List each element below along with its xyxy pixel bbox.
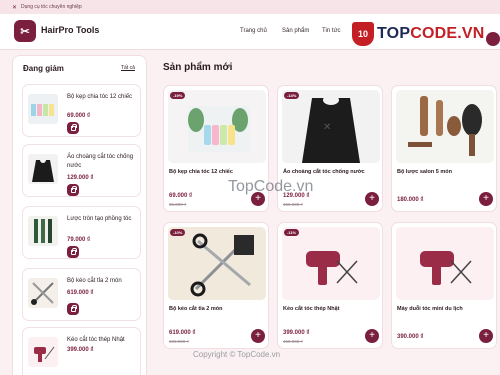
product-old-price: 150.000 ₫ bbox=[283, 202, 303, 207]
watermark-text: TopCode.vn bbox=[228, 178, 314, 195]
product-thumbnail bbox=[28, 216, 58, 246]
product-old-price: 85.000 ₫ bbox=[169, 202, 187, 207]
plus-icon[interactable]: + bbox=[251, 329, 265, 343]
scissors-icon[interactable]: ✂ bbox=[14, 20, 36, 42]
product-image bbox=[396, 90, 494, 163]
product-card[interactable]: Máy duỗi tóc mini du lịch 390.000 ₫ + bbox=[391, 222, 497, 349]
product-thumbnail bbox=[28, 278, 58, 308]
sidebar-item-name: Bộ kéo cắt tỉa 2 món bbox=[67, 278, 122, 284]
product-name[interactable]: Máy duỗi tóc mini du lịch bbox=[397, 306, 493, 313]
close-icon[interactable]: ✕ bbox=[12, 4, 17, 11]
watermark-shield-icon: 10 bbox=[352, 22, 374, 46]
product-name[interactable]: Bộ lược salon 5 món bbox=[397, 169, 493, 176]
watermark-logo: 10 TOPCODE.VN bbox=[352, 22, 485, 46]
product-card[interactable]: -11% Kéo cắt tóc thép Nhật 399.000 ₫ 450… bbox=[277, 222, 383, 349]
nav-link-home[interactable]: Trang chủ bbox=[240, 28, 267, 34]
sidebar-item-name: Lược tròn tạo phồng tóc bbox=[67, 216, 132, 222]
nav-link-news[interactable]: Tin tức bbox=[322, 28, 340, 34]
plus-icon[interactable]: + bbox=[479, 329, 493, 343]
product-image: ✕ bbox=[282, 90, 380, 163]
sidebar-item-price: 399.000 ₫ bbox=[67, 347, 94, 353]
cart-icon[interactable] bbox=[67, 122, 79, 134]
sidebar-item[interactable]: Bộ kẹp chia tóc 12 chiếc 69.000 ₫ bbox=[22, 84, 141, 137]
sidebar-item[interactable]: Bộ kéo cắt tỉa 2 món 619.000 ₫ bbox=[22, 268, 141, 321]
discount-badge: -14% bbox=[284, 92, 300, 99]
section-title: Sản phẩm mới bbox=[163, 62, 233, 73]
announcement-text: Dụng cụ tóc chuyên nghiệp bbox=[21, 4, 82, 10]
svg-text:✕: ✕ bbox=[323, 122, 331, 133]
discount-badge: -10% bbox=[170, 229, 186, 236]
plus-icon[interactable]: + bbox=[479, 192, 493, 206]
sidebar-item-name: Kéo cắt tóc thép Nhật bbox=[67, 337, 125, 343]
announcement-bar: ✕ Dụng cụ tóc chuyên nghiệp bbox=[0, 0, 500, 14]
sidebar-item[interactable]: Kéo cắt tóc thép Nhật 399.000 ₫ bbox=[22, 327, 141, 375]
product-name[interactable]: Kéo cắt tóc thép Nhật bbox=[283, 306, 379, 313]
plus-icon[interactable]: + bbox=[365, 192, 379, 206]
cart-icon[interactable] bbox=[67, 303, 79, 315]
product-price: 390.000 ₫ bbox=[397, 334, 424, 340]
product-price: 180.000 ₫ bbox=[397, 197, 424, 203]
product-price: 619.000 ₫ bbox=[169, 330, 196, 336]
sidebar-item[interactable]: Áo choàng cắt tóc chống nước 129.000 ₫ bbox=[22, 144, 141, 197]
discount-badge: -11% bbox=[284, 229, 300, 236]
product-thumbnail bbox=[28, 94, 58, 124]
sidebar-item-name: Bộ kẹp chia tóc 12 chiếc bbox=[67, 94, 133, 100]
product-old-price: 450.000 ₫ bbox=[283, 339, 303, 344]
cart-icon[interactable] bbox=[67, 184, 79, 196]
product-name[interactable]: Bộ kéo cắt tỉa 2 món bbox=[169, 306, 265, 313]
product-card[interactable]: Bộ lược salon 5 món 180.000 ₫ + bbox=[391, 85, 497, 212]
sale-sidebar: Đang giảm Tất cả Bộ kẹp chia tóc 12 chiế… bbox=[12, 55, 147, 375]
product-image bbox=[168, 90, 266, 163]
sidebar-item-price: 79.000 ₫ bbox=[67, 237, 91, 243]
product-image bbox=[396, 227, 494, 300]
plus-icon[interactable]: + bbox=[365, 329, 379, 343]
product-image bbox=[282, 227, 380, 300]
sidebar-item-price: 129.000 ₫ bbox=[67, 175, 94, 181]
product-old-price: 690.000 ₫ bbox=[169, 339, 189, 344]
sidebar-item[interactable]: Lược tròn tạo phồng tóc 79.000 ₫ bbox=[22, 206, 141, 259]
view-all-link[interactable]: Tất cả bbox=[121, 65, 135, 71]
sidebar-title: Đang giảm bbox=[23, 64, 64, 73]
brand-name[interactable]: HairPro Tools bbox=[41, 25, 99, 35]
watermark-logo-text: TOPCODE.VN bbox=[377, 25, 485, 42]
product-thumbnail bbox=[28, 337, 58, 367]
product-name[interactable]: Áo choàng cắt tóc chống nước bbox=[283, 169, 379, 176]
product-price: 399.000 ₫ bbox=[283, 330, 310, 336]
sidebar-item-name: Áo choàng cắt tóc chống nước bbox=[67, 154, 134, 169]
watermark-footer-text: Copyright © TopCode.vn bbox=[193, 350, 281, 359]
cart-icon[interactable] bbox=[67, 246, 79, 258]
product-card[interactable]: -10% Bộ kéo cắt tỉa 2 món 619.000 ₫ 690.… bbox=[163, 222, 269, 349]
product-price: 69.000 ₫ bbox=[169, 193, 193, 199]
product-thumbnail bbox=[28, 154, 58, 184]
product-image bbox=[168, 227, 266, 300]
discount-badge: -19% bbox=[170, 92, 186, 99]
site-header: ✂ HairPro Tools Trang chủ Sản phẩm Tin t… bbox=[0, 14, 500, 50]
sidebar-item-price: 69.000 ₫ bbox=[67, 113, 91, 119]
product-name[interactable]: Bộ kẹp chia tóc 12 chiếc bbox=[169, 169, 265, 176]
sidebar-item-price: 619.000 ₫ bbox=[67, 290, 94, 296]
nav-link-products[interactable]: Sản phẩm bbox=[282, 28, 309, 34]
cart-icon[interactable] bbox=[486, 32, 500, 46]
